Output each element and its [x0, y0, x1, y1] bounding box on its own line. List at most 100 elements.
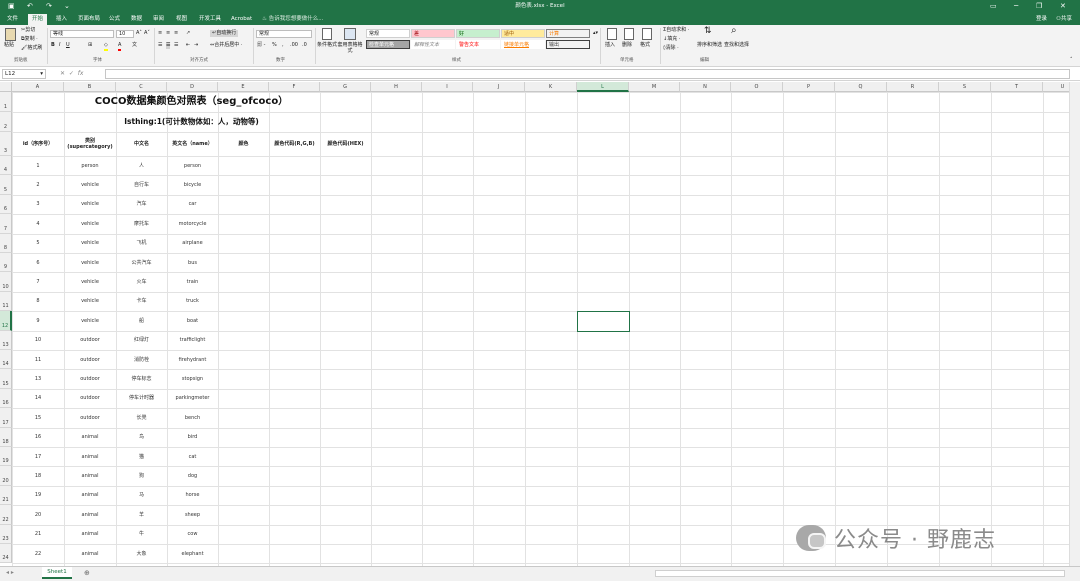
table-cell[interactable]: 长凳 — [116, 408, 167, 427]
row-header-7[interactable]: 7 — [0, 214, 12, 234]
table-cell[interactable]: 3 — [12, 195, 64, 214]
style-neutral[interactable]: 适中 — [501, 29, 545, 38]
style-calculation[interactable]: 计算 — [546, 29, 590, 38]
selected-cell-outline[interactable] — [577, 311, 630, 332]
row-header-12[interactable]: 12 — [0, 311, 12, 331]
table-cell[interactable]: person — [64, 156, 116, 175]
border-icon[interactable]: ⊞ — [88, 42, 92, 49]
column-header-k[interactable]: K — [525, 82, 577, 92]
underline-icon[interactable]: U — [66, 42, 70, 49]
row-header-18[interactable]: 18 — [0, 427, 12, 447]
table-cell[interactable]: 消防栓 — [116, 350, 167, 369]
table-cell[interactable]: 10 — [12, 331, 64, 350]
table-cell[interactable]: outdoor — [64, 369, 116, 388]
row-header-20[interactable]: 20 — [0, 466, 12, 486]
tab-review[interactable]: 审阅 — [151, 15, 166, 23]
delete-cells-button[interactable]: 删除 — [622, 42, 632, 49]
table-cell[interactable]: 17 — [12, 447, 64, 466]
tab-developer[interactable]: 开发工具 — [197, 15, 223, 23]
bold-icon[interactable]: B — [51, 42, 55, 49]
sort-filter-button[interactable]: 排序和筛选 — [697, 42, 722, 49]
sheet-tab-sheet1[interactable]: Sheet1 — [42, 567, 72, 579]
fill-button[interactable]: ↓填充 · — [663, 36, 680, 43]
table-cell[interactable]: vehicle — [64, 195, 116, 214]
table-cell[interactable]: motorcycle — [167, 214, 218, 233]
sheet-nav-icon[interactable]: ◂ ▸ — [6, 569, 14, 577]
table-cell[interactable]: 20 — [12, 505, 64, 524]
table-cell[interactable]: 16 — [12, 428, 64, 447]
table-cell[interactable]: 狗 — [116, 466, 167, 485]
grow-font-icon[interactable]: A˄ — [136, 30, 142, 37]
row-header-11[interactable]: 11 — [0, 291, 12, 312]
wrap-text-button[interactable]: ↵自动换行 — [210, 30, 239, 37]
row-header-5[interactable]: 5 — [0, 175, 12, 195]
table-cell[interactable]: 21 — [12, 525, 64, 544]
table-cell[interactable]: 鸟 — [116, 428, 167, 447]
find-select-button[interactable]: 查找和选择 — [724, 42, 749, 49]
table-cell[interactable]: 自行车 — [116, 175, 167, 194]
row-header-13[interactable]: 13 — [0, 330, 12, 350]
column-header-d[interactable]: D — [167, 82, 218, 92]
row-header-6[interactable]: 6 — [0, 194, 12, 215]
tab-data[interactable]: 数据 — [129, 15, 144, 23]
restore-icon[interactable]: ❐ — [1036, 2, 1042, 10]
table-cell[interactable]: 羊 — [116, 505, 167, 524]
table-cell[interactable]: vehicle — [64, 214, 116, 233]
table-cell[interactable]: bird — [167, 428, 218, 447]
table-cell[interactable]: 11 — [12, 350, 64, 369]
column-header-q[interactable]: Q — [835, 82, 887, 92]
table-cell[interactable]: 摩托车 — [116, 214, 167, 233]
column-header-h[interactable]: H — [371, 82, 422, 92]
align-middle-icon[interactable]: ≡ — [166, 30, 170, 37]
style-good[interactable]: 好 — [456, 29, 500, 38]
table-cell[interactable]: animal — [64, 447, 116, 466]
table-cell[interactable]: 红绿灯 — [116, 331, 167, 350]
table-cell[interactable]: animal — [64, 525, 116, 544]
row-header-19[interactable]: 19 — [0, 447, 12, 467]
column-header-p[interactable]: P — [783, 82, 835, 92]
column-header-m[interactable]: M — [629, 82, 680, 92]
table-format-button[interactable]: 套用表格格式 — [337, 42, 363, 54]
table-cell[interactable]: vehicle — [64, 253, 116, 272]
worksheet-grid[interactable]: A B C D E F G H I J K L M N O P Q R S T U 1 2 3 4 5 6 7 8 9 10 11 12 13 14… — [0, 82, 1069, 566]
row-header-16[interactable]: 16 — [0, 388, 12, 409]
align-center-icon[interactable]: ☰ — [166, 42, 171, 49]
table-header-cell[interactable]: 类别 (supercategory) — [64, 132, 116, 156]
find-select-icon[interactable]: ⌕ — [731, 26, 737, 36]
table-cell[interactable]: animal — [64, 486, 116, 505]
collapse-ribbon-icon[interactable]: ˄ — [1070, 57, 1073, 64]
table-cell[interactable]: dog — [167, 466, 218, 485]
table-cell[interactable]: vehicle — [64, 272, 116, 291]
table-cell[interactable]: bicycle — [167, 175, 218, 194]
number-format-combo[interactable]: 常规 — [256, 30, 312, 38]
table-cell[interactable]: 飞机 — [116, 234, 167, 253]
table-cell[interactable]: 4 — [12, 214, 64, 233]
table-cell[interactable]: 6 — [12, 253, 64, 272]
merge-center-button[interactable]: ⇔合并后居中 · — [210, 42, 242, 49]
column-header-t[interactable]: T — [991, 82, 1043, 92]
phonetic-icon[interactable]: 文 — [132, 42, 137, 49]
table-cell[interactable]: parkingmeter — [167, 389, 218, 408]
insert-cells-icon[interactable] — [607, 28, 617, 40]
copy-button[interactable]: ⧉复制 · — [21, 36, 38, 43]
select-all-corner[interactable] — [0, 82, 12, 92]
table-cell[interactable]: bench — [167, 408, 218, 427]
table-format-icon[interactable] — [344, 28, 356, 40]
table-cell[interactable]: horse — [167, 486, 218, 505]
table-cell[interactable]: 18 — [12, 466, 64, 485]
increase-decimal-icon[interactable]: .00 — [290, 42, 298, 49]
tab-formulas[interactable]: 公式 — [107, 15, 122, 23]
table-header-cell[interactable]: 英文名（name） — [167, 132, 218, 156]
table-cell[interactable]: airplane — [167, 234, 218, 253]
table-cell[interactable]: 7 — [12, 272, 64, 291]
insert-cells-button[interactable]: 插入 — [605, 42, 615, 49]
cancel-icon[interactable]: ✕ — [60, 70, 65, 77]
column-header-l[interactable]: L — [577, 82, 629, 92]
decrease-decimal-icon[interactable]: .0 — [302, 42, 307, 49]
tab-page-layout[interactable]: 页面布局 — [76, 15, 102, 23]
table-cell[interactable]: 人 — [116, 156, 167, 175]
sign-in-link[interactable]: 登录 — [1036, 15, 1047, 23]
column-header-s[interactable]: S — [939, 82, 991, 92]
formula-input[interactable] — [105, 69, 1070, 79]
align-top-icon[interactable]: ≡ — [158, 30, 162, 37]
